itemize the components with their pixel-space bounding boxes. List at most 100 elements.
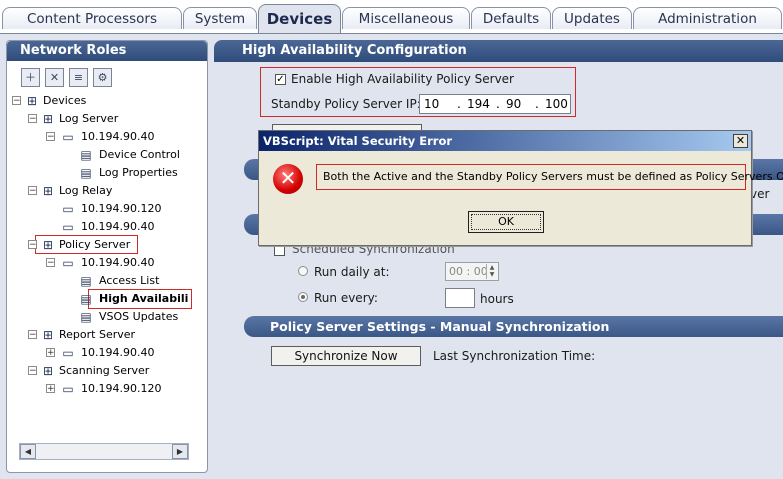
ok-button[interactable]: OK: [468, 211, 544, 233]
tree-item[interactable]: − ⊞ Devices: [7, 92, 197, 110]
document-icon: ▤: [80, 274, 92, 288]
expand-icon[interactable]: +: [46, 348, 55, 358]
tab-updates[interactable]: Updates: [552, 7, 632, 29]
scroll-right-icon[interactable]: ▶: [172, 444, 188, 459]
document-icon: ▤: [80, 148, 92, 162]
tree-item-label: Access List: [99, 274, 160, 287]
tree-item-label: 10.194.90.40: [81, 220, 155, 233]
run-daily-time-input[interactable]: 00 : 00 ▲ ▼: [445, 262, 499, 281]
ip-octet-2[interactable]: 194: [467, 95, 490, 113]
tree-item[interactable]: ▤ VSOS Updates: [7, 308, 197, 326]
tab-content-processors[interactable]: Content Processors: [2, 7, 182, 29]
collapse-icon[interactable]: −: [28, 366, 37, 376]
tree-item-label: Devices: [43, 94, 87, 107]
tab-administration[interactable]: Administration: [633, 7, 782, 29]
run-every-label: Run every:: [314, 291, 378, 305]
computer-icon: ▭: [62, 130, 74, 144]
collapse-icon[interactable]: −: [46, 258, 55, 268]
ip-octet-1[interactable]: 10: [424, 95, 439, 113]
computer-icon: ▭: [62, 382, 74, 396]
tree-item-label: 10.194.90.120: [81, 382, 162, 395]
add-node-icon[interactable]: ＋: [21, 68, 40, 87]
tab-system[interactable]: System: [183, 7, 257, 29]
standby-ip-label: Standby Policy Server IP:: [271, 97, 421, 111]
tree-item-label: 10.194.90.40: [81, 130, 155, 143]
tree-item[interactable]: + ▭ 10.194.90.120: [7, 380, 197, 398]
tree-item-label: Device Control: [99, 148, 180, 161]
tab-devices[interactable]: Devices: [258, 4, 341, 33]
collapse-icon[interactable]: −: [28, 186, 37, 196]
tree-item-label: 10.194.90.120: [81, 202, 162, 215]
tab-miscellaneous[interactable]: Miscellaneous: [342, 7, 470, 29]
tree-item[interactable]: ▭ 10.194.90.40: [7, 218, 197, 236]
document-icon: ▤: [80, 166, 92, 180]
time-value: 00 : 00: [449, 265, 488, 278]
tree-item-label: 10.194.90.40: [81, 256, 155, 269]
tree-item[interactable]: + ▭ 10.194.90.40: [7, 344, 197, 362]
tab-defaults[interactable]: Defaults: [471, 7, 551, 29]
last-sync-label: Last Synchronization Time:: [433, 349, 596, 363]
network-group-icon: ⊞: [42, 184, 54, 198]
tree-item-label: Log Properties: [99, 166, 178, 179]
tree-item-label: VSOS Updates: [99, 310, 179, 323]
tree-item[interactable]: ▤ Access List: [7, 272, 197, 290]
tree-item-label: Report Server: [59, 328, 136, 341]
run-every-radio[interactable]: [298, 292, 308, 302]
computer-icon: ▭: [62, 220, 74, 234]
scheduled-sync-checkbox[interactable]: [274, 245, 285, 256]
ip-octet-4[interactable]: 100: [545, 95, 568, 113]
expand-icon[interactable]: +: [46, 384, 55, 394]
tree-horizontal-scrollbar[interactable]: ◀ ▶: [19, 443, 189, 460]
tree-item[interactable]: ▭ 10.194.90.120: [7, 200, 197, 218]
collapse-icon[interactable]: −: [46, 132, 55, 142]
tree-item[interactable]: − ▭ 10.194.90.40: [7, 128, 197, 146]
main-panel: High Availability Configuration ✓ Enable…: [214, 40, 783, 471]
run-daily-radio[interactable]: [298, 266, 308, 276]
scroll-left-icon[interactable]: ◀: [20, 444, 36, 459]
tree-item[interactable]: − ⊞ Log Relay: [7, 182, 197, 200]
enable-ha-checkbox[interactable]: ✓: [275, 74, 286, 85]
tree-item[interactable]: − ▭ 10.194.90.40: [7, 254, 197, 272]
tree-item[interactable]: ▤ Device Control: [7, 146, 197, 164]
time-spinner-icon[interactable]: ▲ ▼: [486, 264, 497, 279]
computer-icon: ▭: [62, 202, 74, 216]
tree-item-label: Log Relay: [59, 184, 113, 197]
ip-dot: .: [535, 97, 539, 111]
top-tab-bar: Content Processors System Devices Miscel…: [0, 0, 783, 34]
network-roles-panel: Network Roles ＋ ✕ ≡ ⚙ − ⊞ Devices − ⊞ Log Ser…: [6, 40, 208, 473]
dialog-title: VBScript: Vital Security Error: [259, 131, 751, 151]
properties-node-icon[interactable]: ⚙: [93, 68, 112, 87]
collapse-icon[interactable]: −: [28, 330, 37, 340]
network-group-icon: ⊞: [26, 94, 38, 108]
collapse-icon[interactable]: −: [28, 240, 37, 250]
tree-item-label: Scanning Server: [59, 364, 150, 377]
error-dialog: VBScript: Vital Security Error ✕ ✕ Both …: [258, 130, 783, 246]
tree-item[interactable]: ▤ Log Properties: [7, 164, 197, 182]
delete-node-icon[interactable]: ✕: [45, 68, 64, 87]
edit-node-icon[interactable]: ≡: [69, 68, 88, 87]
ip-octet-3[interactable]: 90: [506, 95, 521, 113]
enable-ha-label: Enable High Availability Policy Server: [291, 72, 514, 86]
error-icon: ✕: [273, 164, 303, 194]
tree-item[interactable]: ▤ High Availabili: [7, 290, 197, 308]
close-icon[interactable]: ✕: [733, 134, 748, 148]
tree-item[interactable]: − ⊞ Policy Server: [7, 236, 197, 254]
error-message: Both the Active and the Standby Policy S…: [316, 164, 783, 190]
run-every-hours-input[interactable]: [445, 288, 475, 308]
network-group-icon: ⊞: [42, 112, 54, 126]
ip-dot: .: [457, 97, 461, 111]
network-group-icon: ⊞: [42, 364, 54, 378]
document-icon: ▤: [80, 292, 92, 306]
document-icon: ▤: [80, 310, 92, 324]
tree-item[interactable]: − ⊞ Scanning Server: [7, 362, 197, 380]
page-title: High Availability Configuration: [214, 40, 783, 62]
tree-item[interactable]: − ⊞ Report Server: [7, 326, 197, 344]
run-daily-label: Run daily at:: [314, 265, 390, 279]
ip-dot: .: [496, 97, 500, 111]
collapse-icon[interactable]: −: [28, 114, 37, 124]
collapse-icon[interactable]: −: [12, 96, 21, 106]
tree-item[interactable]: − ⊞ Log Server: [7, 110, 197, 128]
synchronize-now-button[interactable]: Synchronize Now: [271, 346, 421, 366]
standby-ip-input[interactable]: 10 . 194 . 90 . 100: [419, 94, 571, 114]
computer-icon: ▭: [62, 346, 74, 360]
